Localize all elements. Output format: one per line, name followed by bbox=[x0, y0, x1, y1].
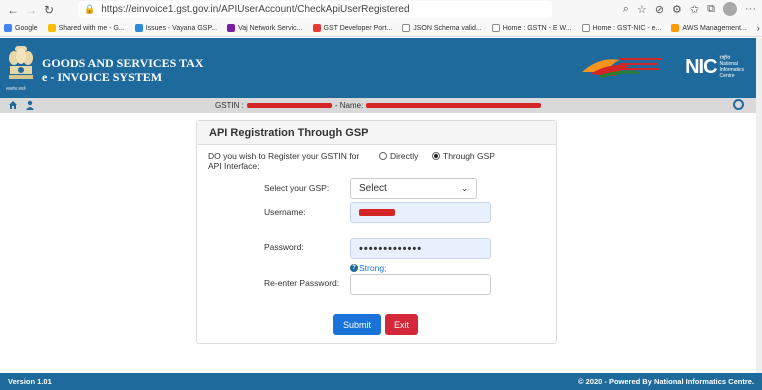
radio-through-gsp[interactable] bbox=[432, 152, 440, 160]
reenter-label: Re-enter Password: bbox=[264, 278, 340, 288]
bookmarks-bar: Google Shared with me - G... Issues - Va… bbox=[0, 20, 762, 37]
home-icon[interactable] bbox=[8, 100, 18, 110]
bookmark-item[interactable]: Issues - Vayana GSP... bbox=[134, 24, 217, 32]
option-directly[interactable]: Directly bbox=[379, 151, 418, 161]
jira-icon bbox=[134, 24, 143, 32]
submit-button[interactable]: Submit bbox=[333, 314, 381, 335]
extension-icon[interactable]: ⊘ bbox=[655, 3, 664, 16]
star-icon[interactable]: ☆ bbox=[637, 3, 647, 16]
more-icon[interactable]: ··· bbox=[745, 3, 756, 15]
search-icon[interactable]: ⌕ bbox=[623, 3, 629, 16]
option-through-gsp-label: Through GSP bbox=[443, 151, 495, 161]
bookmark-item[interactable]: Shared with me - G... bbox=[47, 24, 125, 32]
bookmark-item[interactable]: Home : GSTN - E W... bbox=[491, 24, 572, 32]
register-question: DO you wish to Register your GSTIN for A… bbox=[208, 151, 360, 171]
name-label: - Name: bbox=[334, 101, 364, 110]
gstin-redaction bbox=[246, 103, 332, 108]
password-label: Password: bbox=[264, 242, 304, 252]
logout-icon[interactable] bbox=[733, 99, 744, 110]
back-icon[interactable]: ← bbox=[4, 1, 22, 19]
version-text: Version 1.01 bbox=[8, 377, 52, 386]
chevron-right-icon[interactable]: › bbox=[757, 23, 760, 33]
exit-button[interactable]: Exit bbox=[385, 314, 418, 335]
strength-text: Strong; bbox=[359, 263, 387, 273]
gstin-bar: GSTIN : - Name: bbox=[0, 98, 762, 113]
aws-icon bbox=[671, 24, 680, 32]
gstin-label: GSTIN : bbox=[215, 101, 244, 110]
gsp-label: Select your GSP: bbox=[264, 183, 330, 193]
browser-actions: ⌕ ☆ ⊘ ⚙ ✩ ⧉ ··· bbox=[623, 2, 756, 16]
name-redaction bbox=[366, 103, 542, 108]
forward-icon[interactable]: → bbox=[22, 1, 40, 19]
chevron-down-icon: ⌄ bbox=[461, 184, 468, 193]
username-field[interactable] bbox=[350, 202, 491, 223]
refresh-icon[interactable]: ↻ bbox=[40, 1, 58, 19]
bookmark-item[interactable]: Vaj Network Servic... bbox=[227, 24, 303, 32]
panel-title: API Registration Through GSP bbox=[197, 121, 556, 145]
nic-logo-text: NIC bbox=[685, 55, 717, 78]
option-directly-label: Directly bbox=[390, 151, 419, 161]
gst-icon bbox=[312, 24, 321, 32]
lock-icon: 🔒 bbox=[84, 4, 96, 14]
page-scrollbar[interactable] bbox=[756, 38, 762, 373]
bookmark-item[interactable]: JSON Schema valid... bbox=[402, 24, 482, 32]
bookmark-item[interactable]: GST Developer Port... bbox=[312, 24, 392, 32]
address-bar[interactable]: 🔒 https://einvoice1.gst.gov.in/APIUserAc… bbox=[78, 1, 552, 18]
radio-directly[interactable] bbox=[379, 152, 387, 160]
page-icon bbox=[491, 24, 500, 32]
bookmark-item[interactable]: AWS Management... bbox=[671, 24, 747, 32]
gsp-select[interactable]: Select ⌄ bbox=[350, 178, 477, 199]
page-icon bbox=[581, 24, 590, 32]
user-icon[interactable] bbox=[25, 100, 35, 110]
favorites-icon[interactable]: ✩ bbox=[690, 3, 699, 16]
google-icon bbox=[4, 24, 12, 32]
gstin-info: GSTIN : - Name: bbox=[215, 101, 542, 110]
username-redaction bbox=[359, 209, 395, 216]
site-title-line2: e - INVOICE SYSTEM bbox=[42, 70, 163, 84]
einvoice-logo-icon bbox=[582, 58, 662, 78]
password-field[interactable]: ••••••••••••• bbox=[350, 238, 491, 259]
share-icon[interactable]: ⧉ bbox=[707, 3, 715, 16]
username-label: Username: bbox=[264, 207, 306, 217]
bookmark-item[interactable]: Home : GST-NIC - e... bbox=[581, 24, 661, 32]
site-footer: Version 1.01 © 2020 - Powered By Nationa… bbox=[0, 373, 762, 390]
api-registration-panel: API Registration Through GSP DO you wish… bbox=[196, 120, 557, 344]
nic-logo-subtitle: राष्ट्रीय National Informatics Centre bbox=[719, 55, 744, 79]
gstin-bar-icons bbox=[8, 100, 35, 110]
vayana-icon bbox=[227, 24, 236, 32]
info-icon: ? bbox=[350, 264, 358, 272]
url-text: https://einvoice1.gst.gov.in/APIUserAcco… bbox=[101, 4, 410, 15]
drive-icon bbox=[47, 24, 56, 32]
password-strength: ? Strong; bbox=[350, 263, 386, 273]
profile-avatar[interactable] bbox=[723, 2, 737, 16]
site-title: GOODS AND SERVICES TAX e - INVOICE SYSTE… bbox=[42, 56, 204, 84]
bookmark-item[interactable]: Google bbox=[4, 24, 38, 32]
emblem-caption: सत्यमेव जयते bbox=[6, 86, 26, 91]
site-header: सत्यमेव जयते GOODS AND SERVICES TAX e - … bbox=[0, 38, 762, 98]
page-icon bbox=[402, 24, 411, 32]
site-title-line1: GOODS AND SERVICES TAX bbox=[42, 56, 204, 70]
gsp-select-value: Select bbox=[359, 183, 387, 194]
browser-toolbar: ← → ↻ 🔒 https://einvoice1.gst.gov.in/API… bbox=[0, 0, 762, 20]
copyright-text: © 2020 - Powered By National Informatics… bbox=[578, 377, 754, 386]
password-value: ••••••••••••• bbox=[359, 242, 423, 255]
collections-icon[interactable]: ⚙ bbox=[672, 3, 682, 16]
nic-logo: NIC राष्ट्रीय National Informatics Centr… bbox=[685, 55, 744, 79]
reenter-password-field[interactable] bbox=[350, 274, 491, 295]
option-through-gsp[interactable]: Through GSP bbox=[432, 151, 495, 161]
